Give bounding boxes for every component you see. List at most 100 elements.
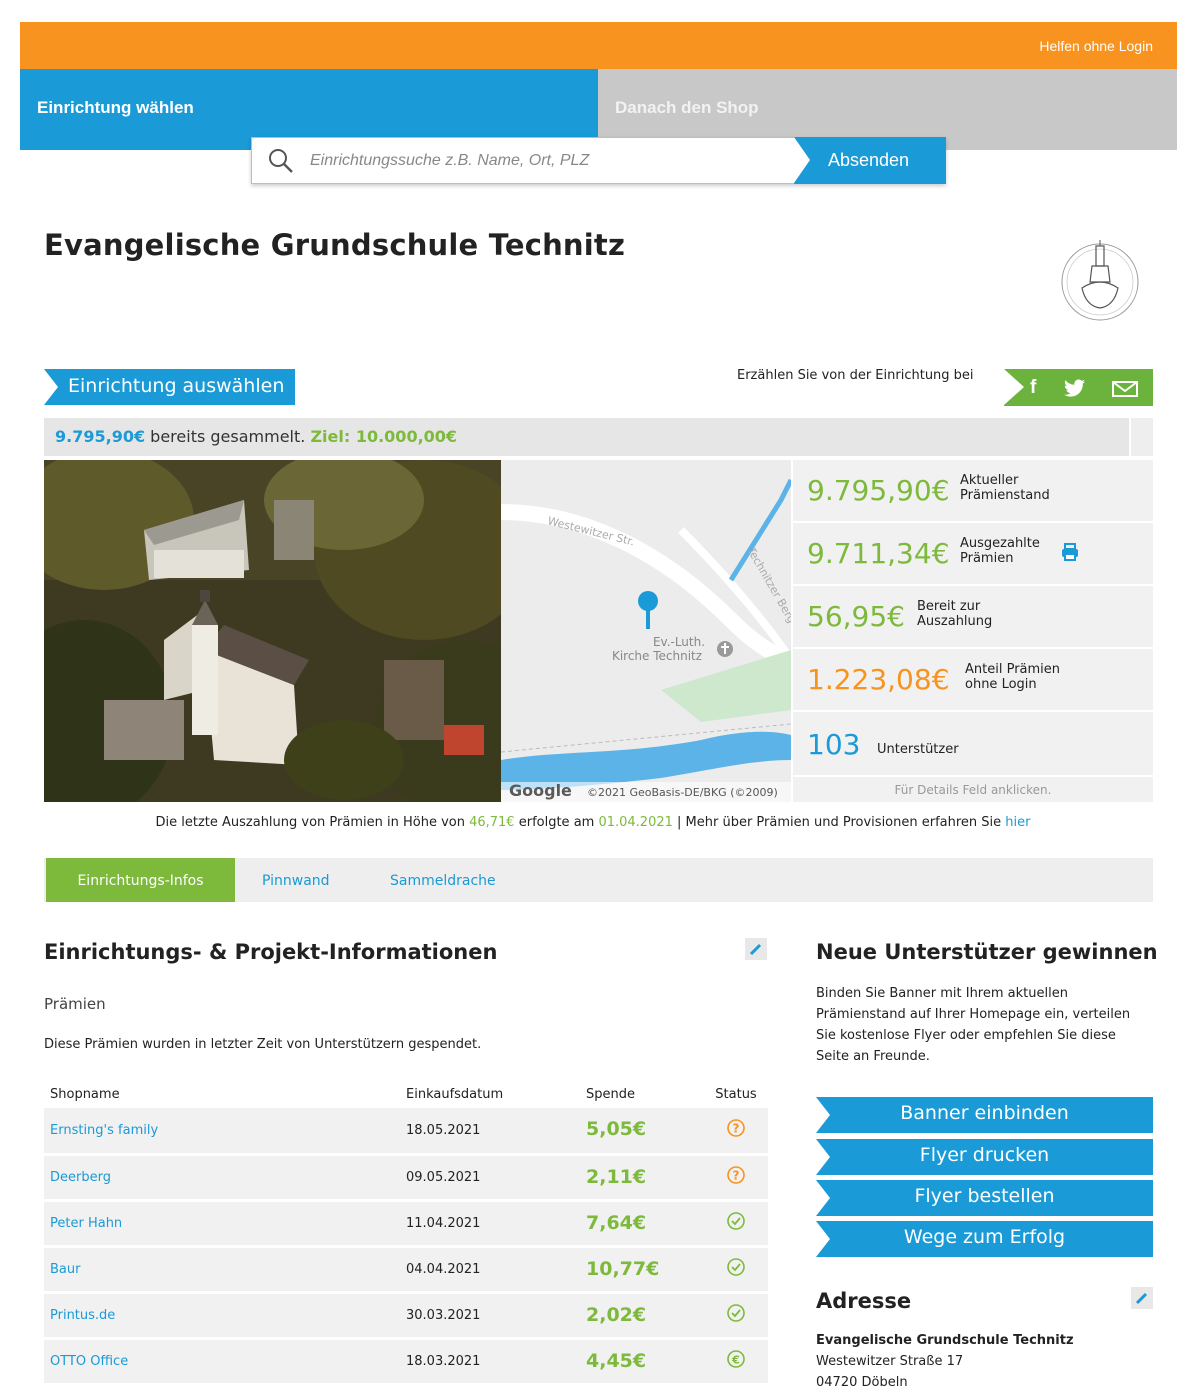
shop-name-link[interactable]: Peter Hahn — [44, 1200, 406, 1248]
institution-logo — [1052, 236, 1152, 328]
search-input[interactable] — [310, 148, 780, 174]
shop-name-link[interactable]: Baur — [44, 1246, 406, 1294]
stat-paid-label: Ausgezahlte Prämien — [960, 536, 1040, 566]
purchase-date: 18.05.2021 — [406, 1108, 586, 1156]
more-info-link[interactable]: hier — [1005, 815, 1030, 830]
step1-label: Einrichtung wählen — [37, 98, 194, 117]
address-street: Westewitzer Straße 17 — [816, 1354, 964, 1369]
google-logo: Google — [509, 781, 572, 800]
purchase-date: 30.03.2021 — [406, 1292, 586, 1340]
stat-ready[interactable]: 56,95€ Bereit zur Auszahlung — [793, 586, 1153, 647]
purchase-date: 09.05.2021 — [406, 1154, 586, 1202]
stat-current-value: 9.795,90€ — [807, 474, 950, 507]
sidebar-text: Binden Sie Banner mit Ihrem aktuellen Pr… — [816, 986, 1131, 1064]
stats-hint: Für Details Feld anklicken. — [793, 777, 1153, 802]
column-status: Status — [715, 1086, 757, 1102]
stat-supporters[interactable]: 103 Unterstützer — [793, 712, 1153, 775]
map-attribution: ©2021 GeoBasis-DE/BKG (©2009) — [587, 786, 778, 799]
donation-amount: 4,45€ — [586, 1338, 704, 1386]
address-name: Evangelische Grundschule Technitz — [816, 1333, 1074, 1348]
flyer-print-button[interactable]: Flyer drucken — [816, 1139, 1153, 1175]
donation-amount: 5,05€ — [586, 1108, 704, 1156]
edit-address-icon[interactable] — [1131, 1287, 1153, 1309]
collected-bar-end — [1129, 418, 1153, 456]
shop-name-link[interactable]: Ernsting's family — [44, 1108, 406, 1156]
collected-label: bereits gesammelt. — [145, 427, 311, 446]
pending-question-icon: ? — [726, 1166, 746, 1189]
purchase-date: 11.04.2021 — [406, 1200, 586, 1248]
stat-ready-label: Bereit zur Auszahlung — [917, 599, 993, 629]
column-date: Einkaufsdatum — [406, 1086, 504, 1102]
address-heading: Adresse — [816, 1289, 912, 1313]
pending-question-icon: ? — [726, 1119, 746, 1142]
column-amount: Spende — [586, 1086, 635, 1102]
collected-goal: Ziel: 10.000,00€ — [310, 427, 458, 446]
tab-institution-info[interactable]: Einrichtungs-Infos — [46, 858, 235, 902]
stat-current[interactable]: 9.795,90€ Aktueller Prämienstand — [793, 460, 1153, 521]
tab-pinnwand[interactable]: Pinnwand — [262, 858, 330, 902]
confirmed-check-icon — [726, 1304, 746, 1327]
twitter-icon[interactable] — [1064, 379, 1086, 401]
table-row: Baur 04.04.2021 10,77€ — [44, 1246, 768, 1294]
location-map[interactable]: Westewitzer Str. Technitzer Berg Ev.-Lut… — [501, 460, 791, 802]
donation-amount: 2,02€ — [586, 1292, 704, 1340]
facebook-icon[interactable]: f — [1030, 377, 1036, 399]
sidebar-heading: Neue Unterstützer gewinnen — [816, 940, 1158, 964]
info-heading: Einrichtungs- & Projekt-Informationen — [44, 940, 498, 964]
stat-supporters-label: Unterstützer — [877, 742, 959, 757]
select-institution-button[interactable]: Einrichtung auswählen — [44, 369, 295, 405]
search-box: Absenden — [251, 137, 946, 184]
select-institution-label: Einrichtung auswählen — [68, 375, 285, 397]
mail-icon[interactable] — [1112, 381, 1138, 401]
donation-amount: 10,77€ — [586, 1246, 704, 1294]
paid-euro-icon: € — [726, 1350, 746, 1373]
collected-text: 9.795,90€ bereits gesammelt. Ziel: 10.00… — [55, 427, 457, 446]
payout-amount: 46,71€ — [469, 815, 515, 830]
share-bar: f — [1004, 369, 1153, 406]
status-cell: ? — [704, 1108, 768, 1156]
help-without-login-link[interactable]: Helfen ohne Login — [1039, 38, 1153, 54]
address-block: Evangelische Grundschule Technitz Westew… — [816, 1330, 1074, 1387]
status-cell: ? — [704, 1154, 768, 1202]
purchase-date: 04.04.2021 — [406, 1246, 586, 1294]
step2-label: Danach den Shop — [615, 98, 759, 117]
edit-info-icon[interactable] — [745, 938, 767, 960]
status-cell — [704, 1200, 768, 1248]
shop-name-link[interactable]: Printus.de — [44, 1292, 406, 1340]
last-payout-info: Die letzte Auszahlung von Prämien in Höh… — [155, 815, 1031, 830]
stat-paid[interactable]: 9.711,34€ Ausgezahlte Prämien — [793, 523, 1153, 584]
search-submit-button[interactable]: Absenden — [794, 137, 946, 184]
stat-nologin-label: Anteil Prämien ohne Login — [965, 662, 1061, 692]
institution-photo[interactable] — [44, 460, 501, 802]
confirmed-check-icon — [726, 1212, 746, 1235]
shop-name-link[interactable]: OTTO Office — [44, 1338, 406, 1386]
column-shopname: Shopname — [50, 1086, 120, 1102]
stat-nologin[interactable]: 1.223,08€ Anteil Prämien ohne Login — [793, 649, 1153, 710]
table-row: OTTO Office 18.03.2021 4,45€ € — [44, 1338, 768, 1386]
table-header-row: Shopname Einkaufsdatum Spende Status — [44, 1080, 768, 1108]
tab-sammeldrache[interactable]: Sammeldrache — [390, 858, 496, 902]
praemien-subheading: Prämien — [44, 995, 106, 1013]
collected-amount: 9.795,90€ — [55, 427, 146, 446]
map-poi-line1: Ev.-Luth. — [653, 635, 705, 649]
svg-text:€: € — [731, 1354, 740, 1367]
table-row: Peter Hahn 11.04.2021 7,64€ — [44, 1200, 768, 1248]
banner-button[interactable]: Banner einbinden — [816, 1097, 1153, 1133]
success-guide-button[interactable]: Wege zum Erfolg — [816, 1221, 1153, 1257]
status-cell — [704, 1246, 768, 1294]
shop-name-link[interactable]: Deerberg — [44, 1154, 406, 1202]
stat-ready-value: 56,95€ — [807, 600, 905, 633]
purchase-date: 18.03.2021 — [406, 1338, 586, 1386]
map-poi-line2: Kirche Technitz — [612, 649, 702, 663]
stat-current-label: Aktueller Prämienstand — [960, 473, 1050, 503]
svg-text:?: ? — [733, 1122, 740, 1136]
collected-progress-bar: 9.795,90€ bereits gesammelt. Ziel: 10.00… — [44, 418, 1153, 456]
svg-text:?: ? — [733, 1169, 740, 1183]
tab-bar: Einrichtungs-Infos Pinnwand Sammeldrache — [44, 858, 1153, 902]
print-icon[interactable] — [1060, 542, 1080, 566]
confirmed-check-icon — [726, 1258, 746, 1281]
table-row: Deerberg 09.05.2021 2,11€? — [44, 1154, 768, 1202]
search-icon — [268, 148, 294, 178]
status-cell — [704, 1292, 768, 1340]
flyer-order-button[interactable]: Flyer bestellen — [816, 1180, 1153, 1216]
